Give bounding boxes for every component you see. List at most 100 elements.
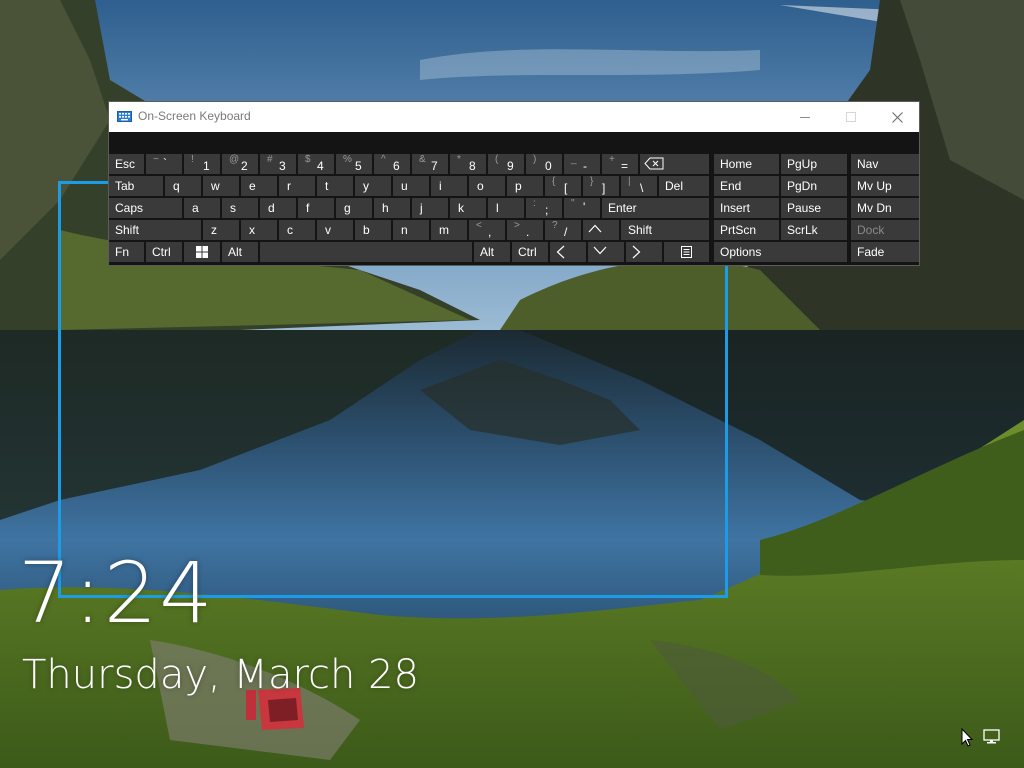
- key-slash[interactable]: ? /: [545, 220, 581, 240]
- key-nav[interactable]: Nav: [851, 154, 919, 174]
- key-prtscn[interactable]: PrtScn: [714, 220, 779, 240]
- arrow-up-icon: [588, 224, 602, 233]
- key-semicolon[interactable]: :;: [526, 198, 562, 218]
- key-esc[interactable]: Esc: [109, 154, 144, 174]
- key-backspace[interactable]: [640, 154, 709, 174]
- key-left-shift[interactable]: Shift: [109, 220, 201, 240]
- key-j[interactable]: j: [412, 198, 448, 218]
- key-arrow-up[interactable]: [583, 220, 619, 240]
- key-4[interactable]: $4: [298, 154, 334, 174]
- network-icon[interactable]: [983, 729, 1001, 745]
- key-right-shift[interactable]: Shift: [621, 220, 709, 240]
- key-options[interactable]: Options: [714, 242, 847, 262]
- keyboard-keys-area: Esc ~ ` ! 1 @2 #3 $4 % 5 ^ 6 & 7 * 8 (9 ) 0 _ - …: [109, 132, 919, 266]
- key-backslash[interactable]: | \: [621, 176, 657, 196]
- key-fn[interactable]: Fn: [109, 242, 144, 262]
- mouse-pointer-icon: [961, 728, 974, 747]
- key-f[interactable]: f: [298, 198, 334, 218]
- key-8[interactable]: * 8: [450, 154, 486, 174]
- lock-screen-date: Thursday, March 28: [22, 652, 419, 698]
- key-2[interactable]: @2: [222, 154, 258, 174]
- key-v[interactable]: v: [317, 220, 353, 240]
- key-e[interactable]: e: [241, 176, 277, 196]
- key-right-alt[interactable]: Alt: [474, 242, 510, 262]
- key-pgup[interactable]: PgUp: [781, 154, 847, 174]
- key-m[interactable]: m: [431, 220, 467, 240]
- arrow-left-icon: [556, 245, 565, 259]
- key-move-up[interactable]: Mv Up: [851, 176, 919, 196]
- key-windows[interactable]: [184, 242, 220, 262]
- key-y[interactable]: y: [355, 176, 391, 196]
- key-left-alt[interactable]: Alt: [222, 242, 258, 262]
- key-dock: Dock: [851, 220, 919, 240]
- key-pause[interactable]: Pause: [781, 198, 847, 218]
- key-caps[interactable]: Caps: [109, 198, 182, 218]
- title-bar[interactable]: On-Screen Keyboard: [109, 102, 919, 132]
- key-enter[interactable]: Enter: [602, 198, 709, 218]
- key-o[interactable]: o: [469, 176, 505, 196]
- key-d[interactable]: d: [260, 198, 296, 218]
- key-r[interactable]: r: [279, 176, 315, 196]
- keyboard-icon: [117, 111, 132, 122]
- lock-screen-time: 7:24: [18, 544, 215, 642]
- key-right-bracket[interactable]: }]: [583, 176, 619, 196]
- key-space[interactable]: [260, 242, 472, 262]
- key-a[interactable]: a: [184, 198, 220, 218]
- key-left-bracket[interactable]: {[: [545, 176, 581, 196]
- key-equals[interactable]: + =: [602, 154, 638, 174]
- maximize-icon: [846, 112, 856, 122]
- key-7[interactable]: & 7: [412, 154, 448, 174]
- arrow-right-icon: [632, 245, 641, 259]
- key-x[interactable]: x: [241, 220, 277, 240]
- close-button[interactable]: [874, 102, 920, 132]
- key-1[interactable]: ! 1: [184, 154, 220, 174]
- key-n[interactable]: n: [393, 220, 429, 240]
- minimize-icon: [800, 117, 810, 118]
- key-tab[interactable]: Tab: [109, 176, 163, 196]
- key-tilde[interactable]: ~ `: [146, 154, 182, 174]
- key-left-ctrl[interactable]: Ctrl: [146, 242, 182, 262]
- context-menu-icon: [681, 246, 692, 258]
- key-fade[interactable]: Fade: [851, 242, 919, 262]
- key-end[interactable]: End: [714, 176, 779, 196]
- key-k[interactable]: k: [450, 198, 486, 218]
- key-6[interactable]: ^ 6: [374, 154, 410, 174]
- key-5[interactable]: % 5: [336, 154, 372, 174]
- key-z[interactable]: z: [203, 220, 239, 240]
- key-p[interactable]: p: [507, 176, 543, 196]
- key-comma[interactable]: <,: [469, 220, 505, 240]
- key-arrow-left[interactable]: [550, 242, 586, 262]
- key-l[interactable]: l: [488, 198, 524, 218]
- key-period[interactable]: >.: [507, 220, 543, 240]
- key-arrow-down[interactable]: [588, 242, 624, 262]
- key-move-down[interactable]: Mv Dn: [851, 198, 919, 218]
- key-insert[interactable]: Insert: [714, 198, 779, 218]
- key-s[interactable]: s: [222, 198, 258, 218]
- key-3[interactable]: #3: [260, 154, 296, 174]
- key-del[interactable]: Del: [659, 176, 709, 196]
- key-g[interactable]: g: [336, 198, 372, 218]
- key-u[interactable]: u: [393, 176, 429, 196]
- key-minus[interactable]: _ -: [564, 154, 600, 174]
- key-q[interactable]: q: [165, 176, 201, 196]
- close-icon: [891, 111, 903, 123]
- on-screen-keyboard-window: On-Screen Keyboard Esc ~ ` ! 1 @2 #3 $4 % 5…: [108, 101, 920, 266]
- key-t[interactable]: t: [317, 176, 353, 196]
- key-9[interactable]: (9: [488, 154, 524, 174]
- key-quote[interactable]: " ': [564, 198, 600, 218]
- key-context-menu[interactable]: [664, 242, 709, 262]
- key-home[interactable]: Home: [714, 154, 779, 174]
- key-scrlk[interactable]: ScrLk: [781, 220, 847, 240]
- key-i[interactable]: i: [431, 176, 467, 196]
- windows-icon: [196, 246, 208, 258]
- key-c[interactable]: c: [279, 220, 315, 240]
- key-0[interactable]: ) 0: [526, 154, 562, 174]
- key-b[interactable]: b: [355, 220, 391, 240]
- key-right-ctrl[interactable]: Ctrl: [512, 242, 548, 262]
- key-w[interactable]: w: [203, 176, 239, 196]
- minimize-button[interactable]: [782, 102, 828, 132]
- maximize-button[interactable]: [828, 102, 874, 132]
- key-pgdn[interactable]: PgDn: [781, 176, 847, 196]
- key-arrow-right[interactable]: [626, 242, 662, 262]
- key-h[interactable]: h: [374, 198, 410, 218]
